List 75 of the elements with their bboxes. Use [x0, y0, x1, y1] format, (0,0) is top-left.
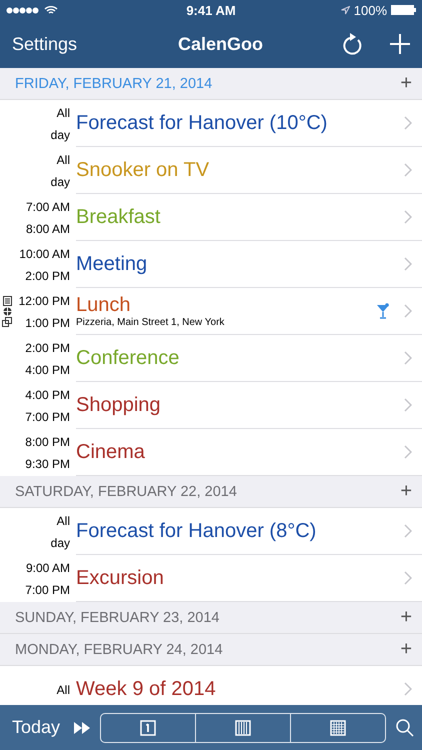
start-time: All	[56, 152, 70, 166]
week-calendar-icon	[235, 720, 252, 736]
end-time: day	[50, 174, 70, 188]
battery-percent: 100%	[354, 2, 387, 18]
chevron-icon	[404, 116, 412, 130]
event-location: Pizzeria, Main Street 1, New York	[76, 317, 224, 328]
event-title: Forecast for Hanover (10°C)	[76, 112, 328, 134]
chevron-icon	[404, 351, 412, 365]
start-time: 10:00 AM	[19, 246, 70, 260]
globe-icon	[2, 307, 12, 316]
chevron-icon	[404, 682, 412, 696]
chevron-icon	[404, 163, 412, 177]
event-title: Lunch	[76, 294, 130, 317]
add-event-button[interactable]: +	[400, 72, 412, 95]
search-icon[interactable]	[396, 718, 414, 736]
day-label: SUNDAY, FEBRUARY 23, 2014	[15, 610, 220, 626]
end-time: day	[50, 536, 70, 550]
chevron-icon	[404, 257, 412, 271]
end-time: 8:00 AM	[26, 222, 70, 236]
start-time: 4:00 PM	[25, 388, 70, 402]
add-event-button[interactable]: +	[400, 606, 412, 629]
signal-icon	[6, 6, 40, 14]
chevron-icon	[404, 571, 412, 585]
end-time: 7:00 PM	[25, 410, 70, 424]
refresh-button[interactable]	[342, 32, 364, 56]
fast-forward-icon[interactable]	[74, 722, 90, 734]
end-time: 1:00 PM	[25, 316, 70, 330]
location-arrow-icon	[340, 6, 350, 14]
start-time: All	[56, 514, 70, 528]
end-time: day	[50, 128, 70, 142]
chevron-icon	[404, 398, 412, 412]
chevron-icon	[404, 210, 412, 224]
start-time: 7:00 AM	[26, 200, 70, 214]
event-title: Forecast for Hanover (8°C)	[76, 520, 316, 542]
event-title: Breakfast	[76, 206, 160, 228]
event-row[interactable]: Shopping	[76, 382, 422, 429]
event-title: Conference	[76, 346, 180, 370]
chevron-icon	[404, 445, 412, 459]
event-row[interactable]: Forecast for Hanover (8°C)	[76, 508, 422, 555]
event-title: Meeting	[76, 252, 148, 276]
app-title: CalenGoo	[177, 34, 264, 54]
today-button[interactable]: Today	[12, 717, 60, 738]
month-calendar-icon	[330, 720, 346, 736]
end-time: 2:00 PM	[25, 268, 70, 282]
event-title: Week 9 of 2014	[76, 678, 216, 700]
add-event-button[interactable]: +	[400, 638, 412, 661]
day-label: SATURDAY, FEBRUARY 22, 2014	[15, 484, 237, 500]
copy-icon	[2, 317, 12, 327]
start-time: 2:00 PM	[25, 340, 70, 354]
chevron-icon	[404, 524, 412, 538]
end-time: 7:00 PM	[25, 582, 70, 596]
wifi-icon	[44, 5, 58, 15]
event-title: Shopping	[76, 394, 161, 416]
event-row[interactable]: Lunch Pizzeria, Main Street 1, New York	[76, 288, 422, 335]
settings-button[interactable]: Settings	[12, 34, 78, 54]
event-title: Snooker on TV	[76, 158, 210, 182]
day-label: FRIDAY, FEBRUARY 21, 2014	[15, 76, 212, 92]
start-time: 9:00 AM	[26, 560, 70, 574]
add-event-button[interactable]: +	[400, 480, 412, 503]
start-time: All	[56, 682, 70, 696]
status-time: 9:41 AM	[186, 2, 236, 18]
start-time: 12:00 PM	[18, 294, 70, 308]
single-day-calendar-icon	[140, 720, 156, 736]
end-time: 4:00 PM	[25, 362, 70, 376]
chevron-icon	[404, 304, 412, 318]
event-title: Cinema	[76, 440, 145, 464]
battery-icon	[391, 5, 416, 15]
event-row[interactable]: Forecast for Hanover (10°C)	[76, 100, 422, 147]
add-button[interactable]	[390, 34, 410, 54]
event-title: Excursion	[76, 566, 164, 590]
end-time: 9:30 PM	[25, 456, 70, 470]
start-time: All	[56, 106, 70, 120]
start-time: 8:00 PM	[25, 434, 70, 448]
day-label: MONDAY, FEBRUARY 24, 2014	[15, 642, 223, 658]
event-row[interactable]: Meeting	[76, 241, 422, 288]
